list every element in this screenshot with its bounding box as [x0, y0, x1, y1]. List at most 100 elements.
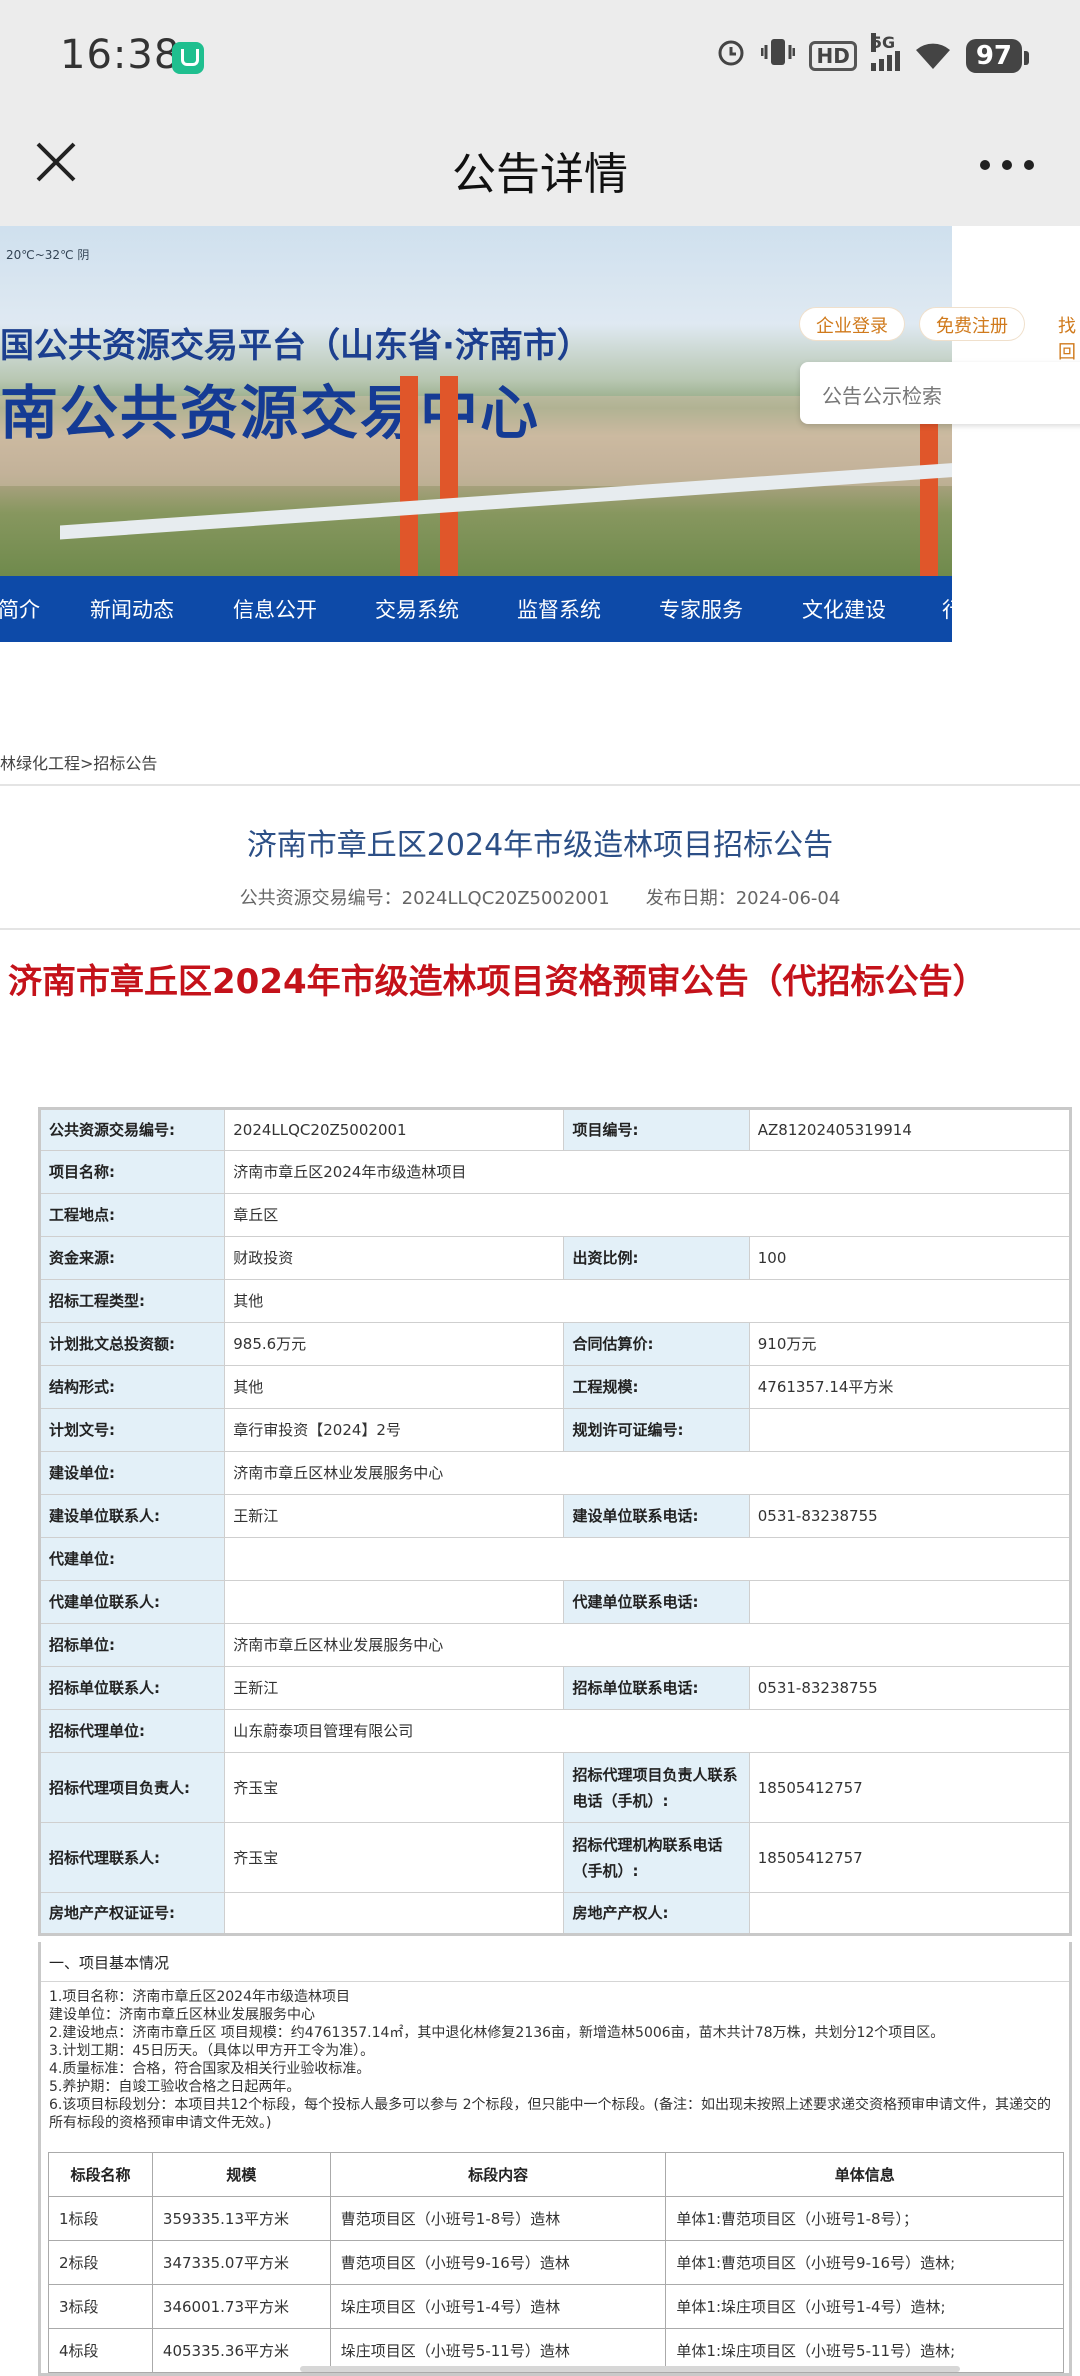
weather-text: 20℃~32℃ 阴	[6, 248, 90, 262]
divider	[0, 784, 1080, 786]
info-value	[748, 1580, 1072, 1624]
info-label: 建设单位联系人:	[38, 1494, 226, 1538]
nav-item-experts[interactable]: 专家服务	[659, 594, 743, 624]
info-row: 计划批文总投资额: 985.6万元 合同估算价: 910万元	[38, 1322, 1072, 1366]
info-value: 18505412757	[748, 1822, 1072, 1893]
signal-5g-icon: 5G	[870, 33, 900, 71]
nav-item-intro[interactable]: 简介	[0, 594, 40, 624]
register-button[interactable]: 免费注册	[920, 308, 1024, 340]
info-value: 王新江	[224, 1494, 565, 1538]
info-label: 建设单位联系电话:	[563, 1494, 750, 1538]
info-value: 0531-83238755	[748, 1666, 1072, 1710]
info-value: AZ81202405319914	[748, 1108, 1072, 1151]
table-cell: 359335.13平方米	[151, 2196, 331, 2241]
info-value: 其他	[224, 1365, 565, 1409]
info-row: 招标代理联系人: 齐玉宝 招标代理机构联系电话（手机）: 18505412757	[38, 1822, 1072, 1893]
alarm-icon	[715, 36, 747, 76]
info-row: 公共资源交易编号: 2024LLQC20Z5002001 项目编号: AZ812024…	[38, 1108, 1072, 1151]
info-label: 项目名称:	[38, 1150, 226, 1194]
table-cell: 单体1:曹范项目区（小班号9-16号）造林;	[665, 2240, 1064, 2285]
info-value: 济南市章丘区林业发展服务中心	[224, 1623, 1071, 1667]
info-row: 招标代理单位: 山东蔚泰项目管理有限公司	[38, 1709, 1071, 1753]
dot-icon	[1024, 160, 1034, 170]
nav-item-more[interactable]: 行	[942, 594, 963, 624]
hd-icon: HD	[809, 41, 857, 71]
banner-platform-name: 国公共资源交易平台（山东省·济南市）	[0, 326, 591, 366]
column-header: 单体信息	[665, 2152, 1064, 2197]
info-value: 章丘区	[224, 1193, 1071, 1237]
table-cell: 曹范项目区（小班号1-8号）造林	[329, 2196, 667, 2241]
info-row: 项目名称: 济南市章丘区2024年市级造林项目	[38, 1150, 1071, 1194]
info-row: 代建单位:	[38, 1537, 1071, 1581]
table-cell: 3标段	[48, 2284, 153, 2329]
dot-icon	[1002, 160, 1012, 170]
info-label: 代建单位:	[38, 1537, 226, 1581]
info-value: 山东蔚泰项目管理有限公司	[224, 1709, 1071, 1753]
table-row: 3标段 346001.73平方米 垛庄项目区（小班号1-4号）造林 单体1:垛庄项目区…	[48, 2284, 1064, 2329]
page-title: 公告详情	[452, 149, 628, 200]
main-nav: 简介 新闻动态 信息公开 交易系统 监督系统 专家服务 文化建设 行	[0, 576, 963, 642]
table-cell: 曹范项目区（小班号9-16号）造林	[329, 2240, 667, 2285]
info-row: 招标单位: 济南市章丘区林业发展服务中心	[38, 1623, 1071, 1667]
basic-info-text: 1.项目名称：济南市章丘区2024年市级造林项目 建设单位：济南市章丘区林业发展…	[41, 1982, 1069, 2138]
horizontal-scrollbar[interactable]	[300, 2366, 960, 2372]
breadcrumb[interactable]: 林绿化工程>招标公告	[0, 750, 157, 774]
nav-item-news[interactable]: 新闻动态	[90, 594, 174, 624]
info-row: 代建单位联系人: 代建单位联系电话:	[38, 1580, 1072, 1624]
info-row: 结构形式: 其他 工程规模: 4761357.14平方米	[38, 1365, 1072, 1409]
table-row: 2标段 347335.07平方米 曹范项目区（小班号9-16号）造林 单体1:曹范项目…	[48, 2240, 1064, 2285]
info-value: 985.6万元	[224, 1322, 565, 1366]
column-header: 标段名称	[48, 2152, 153, 2197]
info-value: 2024LLQC20Z5002001	[224, 1108, 565, 1151]
info-value: 4761357.14平方米	[748, 1365, 1072, 1409]
bridge-tower	[400, 376, 418, 576]
project-info-table: 公共资源交易编号: 2024LLQC20Z5002001 项目编号: AZ812024…	[38, 1107, 1072, 1936]
status-icons: HD 5G 97	[715, 33, 1030, 76]
enterprise-login-button[interactable]: 企业登录	[800, 308, 904, 340]
info-value: 章行审投资【2024】2号	[224, 1408, 565, 1452]
wifi-icon	[914, 41, 952, 71]
info-label: 招标代理项目负责人:	[38, 1752, 226, 1823]
nav-item-trading[interactable]: 交易系统	[375, 594, 459, 624]
info-label: 规划许可证编号:	[563, 1408, 750, 1452]
info-value: 100	[748, 1236, 1072, 1280]
info-label: 合同估算价:	[563, 1322, 750, 1366]
banner-center-name: 南公共资源交易中心	[0, 379, 541, 447]
info-line: 2.建设地点：济南市章丘区 项目规模：约4761357.14㎡，其中退化林修复2…	[49, 2025, 945, 2041]
info-label: 招标工程类型:	[38, 1279, 226, 1323]
nav-item-supervision[interactable]: 监督系统	[517, 594, 601, 624]
status-bar: 16:38 HD 5G 97	[0, 0, 1080, 110]
notice-title: 济南市章丘区2024年市级造林项目招标公告	[246, 828, 834, 863]
info-value	[224, 1580, 565, 1624]
info-value	[224, 1892, 565, 1935]
info-label: 项目编号:	[563, 1108, 750, 1151]
info-label: 建设单位:	[38, 1451, 226, 1495]
info-label: 工程规模:	[563, 1365, 750, 1409]
column-header: 标段内容	[329, 2152, 667, 2197]
info-label: 计划文号:	[38, 1408, 226, 1452]
more-options-button[interactable]	[980, 150, 1040, 180]
info-line: 6.该项目标段划分：本项目共12个标段，每个投标人最多可以参与 2个标段，但只能…	[49, 2097, 1051, 2131]
nav-item-culture[interactable]: 文化建设	[802, 594, 886, 624]
info-line: 3.计划工期：45日历天。（具体以甲方开工令为准）。	[49, 2043, 375, 2059]
table-cell: 4标段	[48, 2328, 153, 2373]
info-line: 5.养护期：自竣工验收合格之日起两年。	[49, 2079, 301, 2095]
status-time: 16:38	[60, 32, 181, 78]
info-row: 房地产产权证证号: 房地产产权人:	[38, 1892, 1072, 1935]
table-cell: 单体1:曹范项目区（小班号1-8号）；	[665, 2196, 1064, 2241]
dot-icon	[980, 160, 990, 170]
info-label: 招标代理项目负责人联系电话（手机）:	[563, 1752, 750, 1823]
info-value	[748, 1892, 1072, 1935]
info-label: 代建单位联系人:	[38, 1580, 226, 1624]
info-label: 房地产产权人:	[563, 1892, 750, 1935]
info-value: 910万元	[748, 1322, 1072, 1366]
nav-item-info[interactable]: 信息公开	[233, 594, 317, 624]
vibrate-icon	[760, 36, 796, 76]
info-row: 计划文号: 章行审投资【2024】2号 规划许可证编号:	[38, 1408, 1072, 1452]
info-value: 齐玉宝	[224, 1752, 565, 1823]
recover-button[interactable]: 找回	[1040, 308, 1080, 363]
notice-search-input[interactable]: 公告公示检索	[800, 362, 1080, 424]
info-label: 招标单位联系人:	[38, 1666, 226, 1710]
divider	[0, 928, 1080, 930]
info-row: 建设单位联系人: 王新江 建设单位联系电话: 0531-83238755	[38, 1494, 1072, 1538]
